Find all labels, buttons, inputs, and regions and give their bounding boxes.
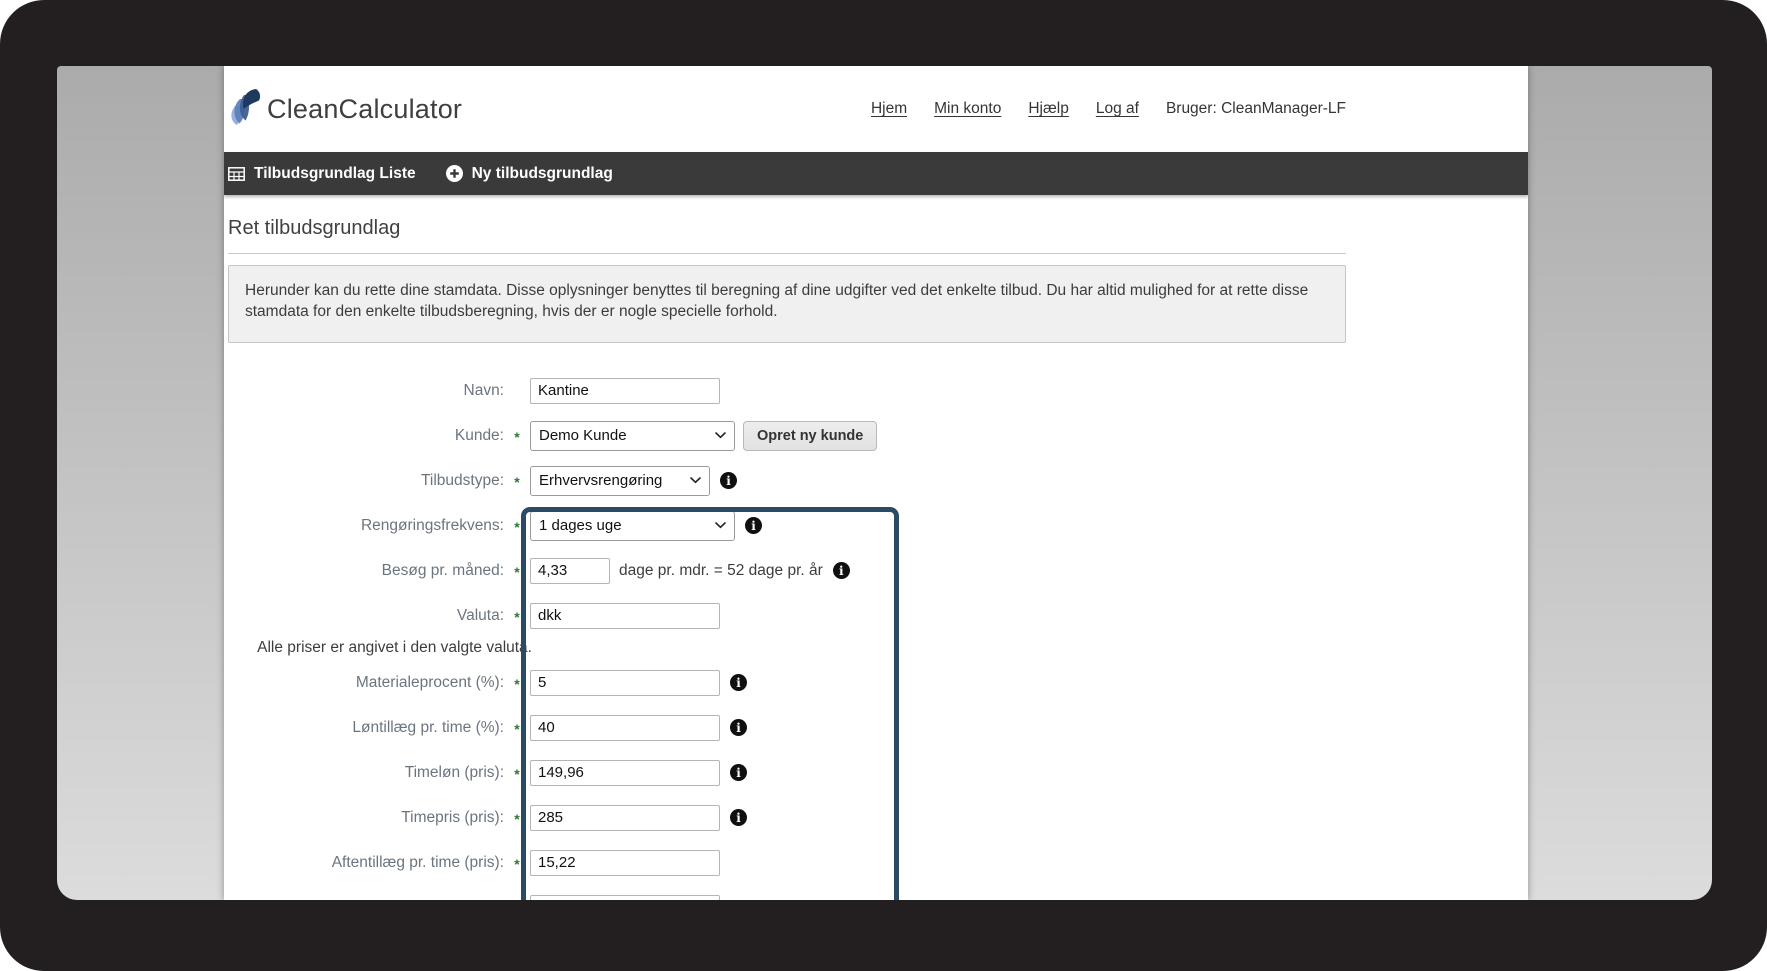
field-label-timepris: Timepris (pris): (228, 809, 504, 827)
materialeprocent-input[interactable] (530, 670, 720, 696)
required-asterisk: * (504, 854, 530, 872)
timepris-input[interactable] (530, 805, 720, 831)
required-asterisk: * (504, 472, 530, 490)
valuta-input[interactable] (530, 603, 720, 629)
besoeg-input[interactable] (530, 558, 610, 584)
loentillaeg-input[interactable] (530, 715, 720, 741)
info-icon[interactable]: i (730, 809, 747, 826)
page-title: Ret tilbudsgrundlag (228, 217, 1346, 254)
site-header: CleanCalculator Hjem Min konto Hjælp Log… (224, 66, 1528, 152)
required-asterisk: * (504, 764, 530, 782)
table-icon (228, 167, 245, 181)
frekvens-selected-value: 1 dages uge (539, 517, 622, 534)
form-row-aftentillaeg: Aftentillæg pr. time (pris):* (228, 847, 1346, 878)
form-row-nattillaeg: Nattillæg pr. time (pris):* (228, 892, 1346, 900)
field-label-besoeg: Besøg pr. måned: (228, 562, 504, 580)
info-box: Herunder kan du rette dine stamdata. Dis… (228, 265, 1346, 343)
tilbudstype-select[interactable]: Erhvervsrengøring (530, 466, 710, 496)
header-link-log-af[interactable]: Log af (1096, 100, 1139, 118)
field-label-valuta: Valuta: (228, 607, 504, 625)
aftentillaeg-input[interactable] (530, 850, 720, 876)
info-icon[interactable]: i (730, 764, 747, 781)
required-asterisk: * (504, 562, 530, 580)
main-navbar: Tilbudsgrundlag Liste Ny tilbudsgrundlag (224, 152, 1528, 195)
info-icon[interactable]: i (720, 472, 737, 489)
browser-viewport: CleanCalculator Hjem Min konto Hjælp Log… (57, 66, 1712, 900)
stamdata-form: Navn:Kunde:*Demo KundeOpret ny kundeTilb… (228, 375, 1346, 900)
required-asterisk-empty (504, 390, 530, 392)
field-label-materialeprocent: Materialeprocent (%): (228, 674, 504, 692)
field-label-nattillaeg: Nattillæg pr. time (pris): (228, 899, 504, 901)
required-asterisk: * (504, 809, 530, 827)
form-row-materialeprocent: Materialeprocent (%):* i (228, 667, 1346, 698)
opret-ny-kunde-button[interactable]: Opret ny kunde (743, 421, 877, 451)
site-page: CleanCalculator Hjem Min konto Hjælp Log… (224, 66, 1528, 900)
plus-circle-icon (446, 165, 463, 182)
brand-name: CleanCalculator (267, 94, 462, 125)
form-row-timepris: Timepris (pris):* i (228, 802, 1346, 833)
form-row-loentillaeg: Løntillæg pr. time (%):* i (228, 712, 1346, 743)
besoeg-suffix-text: dage pr. mdr. = 52 dage pr. år (619, 562, 823, 580)
required-asterisk: * (504, 719, 530, 737)
form-row-timeloen: Timeløn (pris):* i (228, 757, 1346, 788)
form-row-frekvens: Rengøringsfrekvens:* 1 dages uge i (228, 510, 1346, 541)
chevron-down-icon (715, 432, 726, 439)
field-label-tilbudstype: Tilbudstype: (228, 472, 504, 490)
nav-item-label: Ny tilbudsgrundlag (472, 165, 613, 183)
tilbudstype-selected-value: Erhvervsrengøring (539, 472, 662, 489)
field-label-navn: Navn: (228, 382, 504, 400)
brand: CleanCalculator (228, 87, 462, 132)
info-box-text: Herunder kan du rette dine stamdata. Dis… (245, 282, 1308, 320)
timeloen-input[interactable] (530, 760, 720, 786)
kunde-selected-value: Demo Kunde (539, 427, 627, 444)
form-row-navn: Navn: (228, 375, 1346, 406)
header-link-hjem[interactable]: Hjem (871, 100, 907, 118)
field-label-timeloen: Timeløn (pris): (228, 764, 504, 782)
field-label-aftentillaeg: Aftentillæg pr. time (pris): (228, 854, 504, 872)
form-row-valuta: Valuta:* (228, 600, 1346, 631)
navn-input[interactable] (530, 378, 720, 404)
header-link-hjaelp[interactable]: Hjælp (1028, 100, 1068, 118)
required-asterisk: * (504, 607, 530, 625)
kunde-select[interactable]: Demo Kunde (530, 421, 735, 451)
chevron-down-icon (715, 522, 726, 529)
info-icon[interactable]: i (730, 719, 747, 736)
frekvens-select[interactable]: 1 dages uge (530, 511, 735, 541)
valuta-note: Alle priser er angivet i den valgte valu… (228, 639, 532, 659)
nattillaeg-input[interactable] (530, 895, 720, 901)
nav-item-tilbudsgrundlag-liste[interactable]: Tilbudsgrundlag Liste (228, 152, 416, 195)
field-label-kunde: Kunde: (228, 427, 504, 445)
cleancalculator-logo-icon (228, 87, 262, 132)
field-label-frekvens: Rengøringsfrekvens: (228, 517, 504, 535)
field-label-loentillaeg: Løntillæg pr. time (%): (228, 719, 504, 737)
form-row-besoeg: Besøg pr. måned:* dage pr. mdr. = 52 dage… (228, 555, 1346, 586)
form-row-tilbudstype: Tilbudstype:* Erhvervsrengøring i (228, 465, 1346, 496)
form-row-kunde: Kunde:* Demo Kunde Opret ny kunde (228, 420, 1346, 451)
info-icon[interactable]: i (745, 517, 762, 534)
chevron-down-icon (690, 477, 701, 484)
nav-item-label: Tilbudsgrundlag Liste (254, 165, 416, 183)
required-asterisk: * (504, 517, 530, 535)
info-icon[interactable]: i (730, 674, 747, 691)
required-asterisk: * (504, 674, 530, 692)
header-links: Hjem Min konto Hjælp Log af Bruger: Clea… (871, 100, 1346, 118)
required-asterisk: * (504, 427, 530, 445)
nav-item-ny-tilbudsgrundlag[interactable]: Ny tilbudsgrundlag (446, 152, 613, 195)
info-icon[interactable]: i (833, 562, 850, 579)
logged-in-user-label: Bruger: CleanManager-LF (1166, 100, 1346, 118)
required-asterisk: * (504, 899, 530, 901)
header-link-min-konto[interactable]: Min konto (934, 100, 1001, 118)
